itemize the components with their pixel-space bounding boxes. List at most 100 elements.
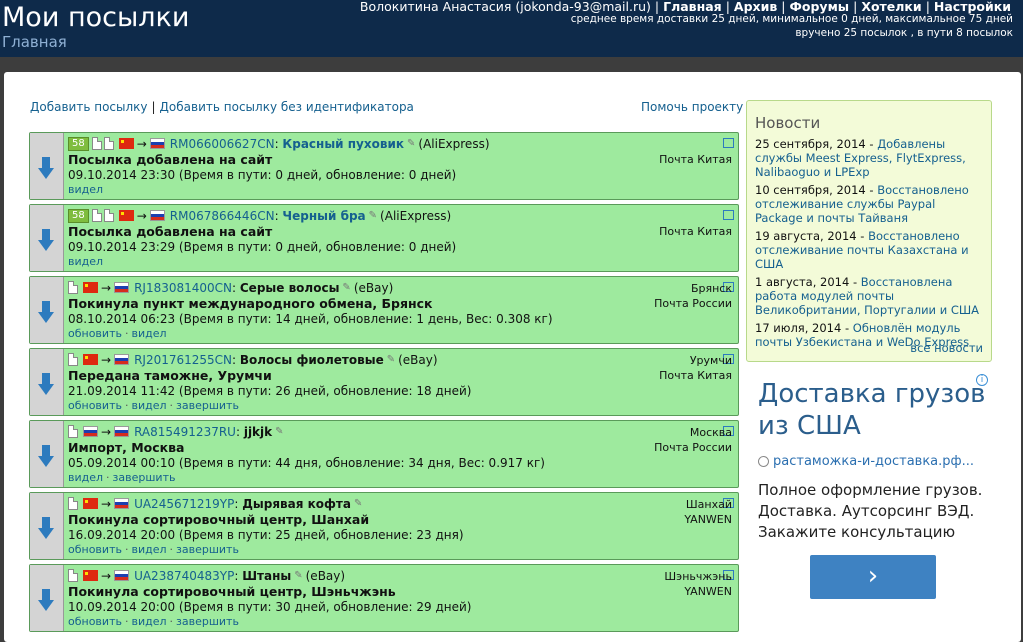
nav-settings[interactable]: Настройки: [934, 0, 1011, 14]
pencil-icon[interactable]: ✎: [354, 498, 362, 509]
document-icon[interactable]: [68, 497, 78, 510]
parcel-header-line: → UA238740483YP: Штаны ✎ (eBay): [68, 567, 734, 584]
add-parcel-noid-link[interactable]: Добавить посылку без идентификатора: [160, 100, 414, 114]
flag-ru-icon: [114, 282, 130, 293]
nav-home[interactable]: Главная: [663, 0, 722, 14]
expand-toggle[interactable]: [30, 133, 64, 199]
finish-link[interactable]: завершить: [176, 543, 239, 556]
parcel-date: 21.09.2014 11:42 (Время в пути: 26 дней,…: [68, 384, 472, 398]
add-parcel-link[interactable]: Добавить посылку: [30, 100, 148, 114]
external-link-icon[interactable]: [723, 210, 734, 220]
pencil-icon[interactable]: ✎: [407, 138, 415, 149]
document-icon[interactable]: [68, 353, 78, 366]
external-link-icon[interactable]: [723, 138, 734, 148]
parcel-date: 08.10.2014 06:23 (Время в пути: 14 дней,…: [68, 312, 553, 326]
parcel-row: 58 → RM066006627CN: Красный пуховик ✎ (AliEx…: [29, 132, 739, 200]
seen-link[interactable]: видел: [131, 327, 166, 340]
parcel-links: обновить · видел · завершить: [68, 615, 239, 628]
parcel-row: → RJ183081400CN: Серые волосы ✎ (eBay) Покин…: [29, 276, 739, 344]
nav-archive[interactable]: Архив: [734, 0, 777, 14]
refresh-link[interactable]: обновить: [68, 615, 122, 628]
news-date: 25 сентября, 2014: [755, 137, 866, 151]
tracking-number[interactable]: RJ183081400CN: [134, 281, 232, 295]
pencil-icon[interactable]: ✎: [387, 354, 395, 365]
days-badge: 58: [68, 208, 89, 223]
news-panel: Новости 25 сентября, 2014 - Добавлены сл…: [746, 100, 992, 362]
refresh-link[interactable]: обновить: [68, 399, 122, 412]
expand-toggle[interactable]: [30, 421, 64, 487]
seen-link[interactable]: видел: [68, 183, 103, 196]
parcel-name[interactable]: Красный пуховик: [282, 137, 404, 151]
parcel-header-line: → RA815491237RU: jjkjk ✎: [68, 423, 734, 440]
seen-link[interactable]: видел: [131, 543, 166, 556]
parcel-row: → UA238740483YP: Штаны ✎ (eBay) Покинула сор…: [29, 564, 739, 632]
document-icon[interactable]: [91, 209, 102, 222]
parcel-carrier: Почта России: [654, 441, 732, 454]
expand-toggle[interactable]: [30, 277, 64, 343]
finish-link[interactable]: завершить: [113, 471, 176, 484]
pencil-icon[interactable]: ✎: [294, 570, 302, 581]
all-news-link[interactable]: все новости: [910, 341, 983, 355]
expand-toggle[interactable]: [30, 565, 64, 631]
pencil-icon[interactable]: ✎: [342, 282, 350, 293]
seen-link[interactable]: видел: [68, 255, 103, 268]
finish-link[interactable]: завершить: [176, 615, 239, 628]
tracking-number[interactable]: RJ201761255CN: [134, 353, 232, 367]
donate-link[interactable]: Помочь проекту: [641, 100, 743, 114]
seen-link[interactable]: видел: [68, 471, 103, 484]
delivery-stats: среднее время доставки 25 дней, минималь…: [570, 13, 1013, 25]
ad-block[interactable]: i Доставка грузов из США растаможка-и-до…: [746, 372, 992, 642]
document-copy-icon[interactable]: [103, 209, 114, 222]
parcel-header-line: → RJ183081400CN: Серые волосы ✎ (eBay): [68, 279, 734, 296]
document-icon[interactable]: [91, 137, 102, 150]
refresh-link[interactable]: обновить: [68, 543, 122, 556]
tracking-number[interactable]: UA245671219YP: [134, 497, 234, 511]
seen-link[interactable]: видел: [131, 399, 166, 412]
expand-toggle[interactable]: [30, 349, 64, 415]
parcel-status: Передана таможне, Урумчи: [68, 368, 272, 383]
document-copy-icon[interactable]: [103, 137, 114, 150]
news-date: 17 июля, 2014: [755, 321, 842, 335]
arrow-right-icon: →: [101, 424, 112, 439]
refresh-link[interactable]: обновить: [68, 327, 122, 340]
parcel-body: → UA238740483YP: Штаны ✎ (eBay) Покинула сор…: [68, 567, 734, 628]
ad-url[interactable]: растаможка-и-доставка.рф...: [758, 454, 974, 469]
arrow-down-icon: [38, 157, 54, 179]
arrow-right-icon: →: [136, 136, 147, 151]
user-account-link[interactable]: Волокитина Анастасия (jokonda-93@mail.ru…: [360, 0, 651, 14]
expand-toggle[interactable]: [30, 205, 64, 271]
shop-name: (AliExpress): [418, 136, 490, 151]
flag-ru-icon: [149, 210, 165, 221]
parcel-status: Импорт, Москва: [68, 440, 185, 455]
seen-link[interactable]: видел: [131, 615, 166, 628]
pencil-icon[interactable]: ✎: [275, 426, 283, 437]
nav-wishlist[interactable]: Хотелки: [861, 0, 921, 14]
document-icon[interactable]: [68, 281, 78, 294]
document-icon[interactable]: [68, 569, 78, 582]
tracking-number[interactable]: UA238740483YP: [134, 569, 234, 583]
parcel-body: → RA815491237RU: jjkjk ✎ Импорт, Москва 05.0…: [68, 423, 734, 484]
parcel-links: обновить · видел: [68, 327, 167, 340]
parcel-name[interactable]: Черный бра: [282, 209, 365, 223]
nav-forums[interactable]: Форумы: [790, 0, 850, 14]
pencil-icon[interactable]: ✎: [369, 210, 377, 221]
globe-icon: [758, 456, 769, 467]
parcel-carrier: Почта Китая: [659, 225, 732, 238]
expand-toggle[interactable]: [30, 493, 64, 559]
tracking-number[interactable]: RM067866446CN: [170, 209, 275, 223]
finish-link[interactable]: завершить: [176, 399, 239, 412]
tracking-number[interactable]: RA815491237RU: [134, 425, 236, 439]
days-badge: 58: [68, 136, 89, 151]
parcel-city: Москва: [689, 426, 732, 439]
parcel-row: → RJ201761255CN: Волосы фиолетовые ✎ (eBay)…: [29, 348, 739, 416]
arrow-down-icon: [38, 373, 54, 395]
ad-go-button[interactable]: ›: [810, 555, 936, 599]
tracking-number[interactable]: RM066006627CN: [170, 137, 275, 151]
main-content: Добавить посылку | Добавить посылку без ид…: [4, 72, 1021, 642]
parcel-header-line: → UA245671219YP: Дырявая кофта ✎: [68, 495, 734, 512]
shop-name: (AliExpress): [380, 208, 452, 223]
parcel-row: → RA815491237RU: jjkjk ✎ Импорт, Москва 05.0…: [29, 420, 739, 488]
ad-title[interactable]: Доставка грузов из США: [758, 378, 988, 442]
flag-ru-icon: [83, 426, 98, 437]
document-icon[interactable]: [68, 425, 78, 438]
